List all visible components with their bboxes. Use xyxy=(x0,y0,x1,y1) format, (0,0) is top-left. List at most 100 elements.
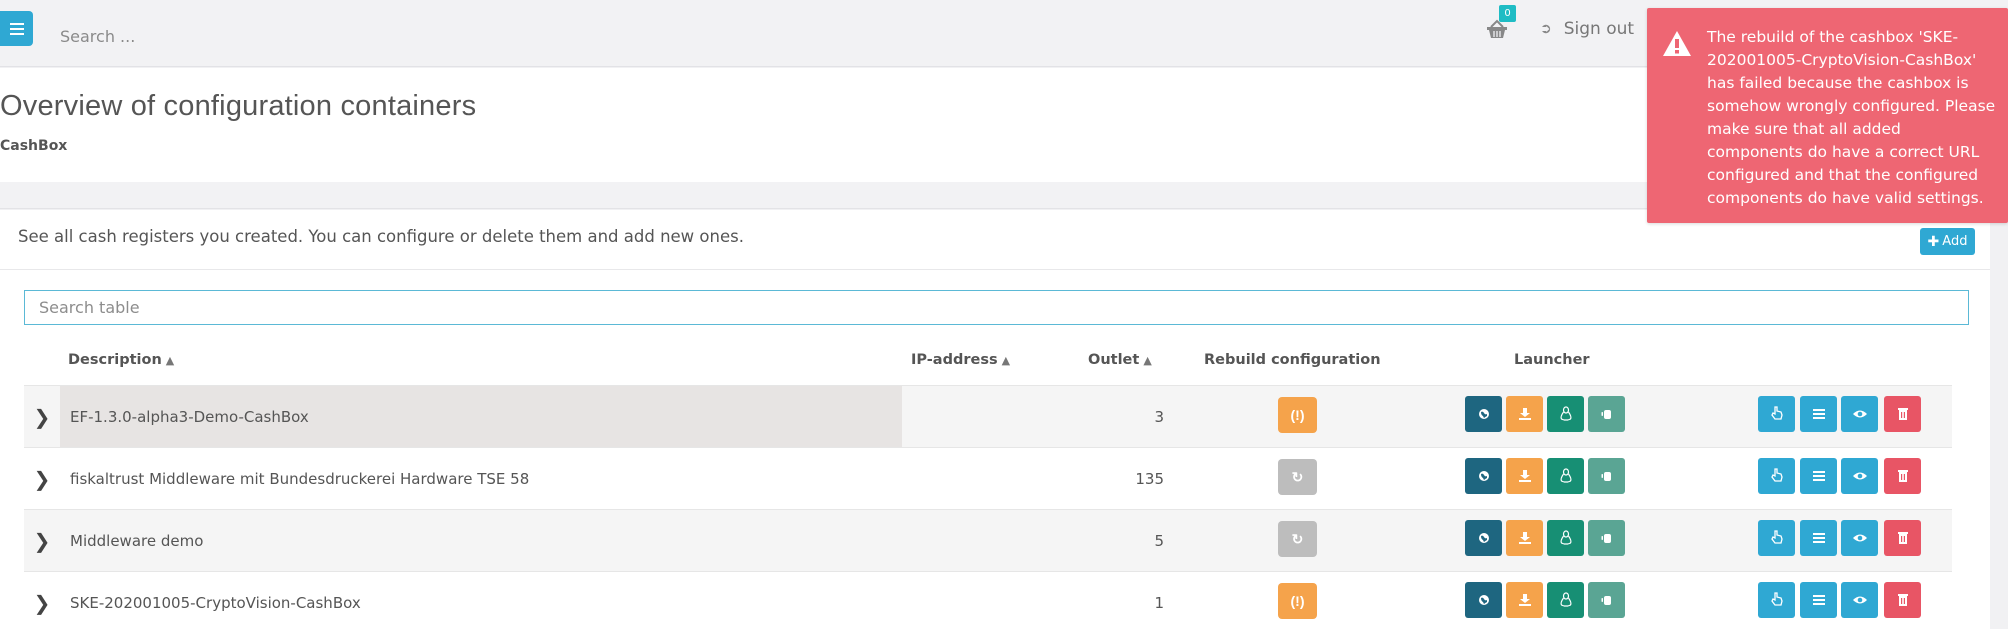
view-icon xyxy=(1852,472,1867,480)
linux-launcher-button[interactable] xyxy=(1547,396,1584,432)
view-button[interactable] xyxy=(1841,458,1878,494)
add-cashbox-button[interactable]: ✚ Add xyxy=(1920,228,1975,255)
rebuild-configuration-button[interactable]: (!) xyxy=(1278,397,1317,433)
outlet-cell: 3 xyxy=(1154,408,1164,426)
linux-launcher-button[interactable] xyxy=(1547,520,1584,556)
android-launcher-button[interactable] xyxy=(1588,582,1625,618)
web-launcher-button[interactable] xyxy=(1465,458,1502,494)
rebuild-configuration-button[interactable]: ↻ xyxy=(1278,521,1317,557)
description-text: SKE-202001005-CryptoVision-CashBox xyxy=(70,594,361,612)
web-launcher-icon xyxy=(1478,595,1489,605)
web-launcher-button[interactable] xyxy=(1465,582,1502,618)
rebuild-warning-icon: (!) xyxy=(1290,593,1305,609)
android-icon xyxy=(1601,410,1611,419)
web-launcher-icon xyxy=(1478,409,1489,419)
list-icon xyxy=(1812,533,1825,543)
web-launcher-button[interactable] xyxy=(1465,520,1502,556)
configure-button[interactable] xyxy=(1758,520,1795,556)
column-header-outlet[interactable]: Outlet ▲︎ xyxy=(1088,352,1152,368)
panel-divider xyxy=(0,269,1990,270)
table-row[interactable]: ❯ Middleware demo 5 ↻ xyxy=(24,509,1952,571)
list-button[interactable] xyxy=(1800,458,1837,494)
view-icon xyxy=(1852,596,1867,604)
column-label: Description xyxy=(68,352,162,368)
list-button[interactable] xyxy=(1800,396,1837,432)
refresh-icon: ↻ xyxy=(1291,468,1304,485)
description-cell: EF-1.3.0-alpha3-Demo-CashBox xyxy=(60,386,902,448)
column-header-rebuild: Rebuild configuration xyxy=(1204,352,1381,368)
list-button[interactable] xyxy=(1800,582,1837,618)
view-button[interactable] xyxy=(1841,582,1878,618)
expand-row-button[interactable]: ❯ xyxy=(24,386,60,448)
column-header-ip[interactable]: IP-address ▲︎ xyxy=(911,352,1010,368)
page-subtitle: CashBox xyxy=(0,138,68,154)
page-right-gutter xyxy=(1990,210,2008,629)
linux-icon xyxy=(1559,468,1572,483)
download-launcher-button[interactable] xyxy=(1506,520,1543,556)
description-cell: SKE-202001005-CryptoVision-CashBox xyxy=(60,572,902,629)
android-launcher-button[interactable] xyxy=(1588,396,1625,432)
sort-icon: ▲︎ xyxy=(165,354,175,367)
outlet-cell: 5 xyxy=(1154,532,1164,550)
panel-description: See all cash registers you created. You … xyxy=(18,227,744,246)
linux-launcher-button[interactable] xyxy=(1547,458,1584,494)
rebuild-configuration-button[interactable]: (!) xyxy=(1278,583,1317,619)
download-launcher-button[interactable] xyxy=(1506,458,1543,494)
configure-icon xyxy=(1770,592,1783,606)
description-cell: Middleware demo xyxy=(60,510,902,572)
page-title: Overview of configuration containers xyxy=(0,90,477,122)
download-launcher-button[interactable] xyxy=(1506,396,1543,432)
delete-icon xyxy=(1897,470,1908,482)
configure-button[interactable] xyxy=(1758,458,1795,494)
delete-icon xyxy=(1897,594,1908,606)
column-label: IP-address xyxy=(911,352,998,368)
sign-out-label: Sign out xyxy=(1563,19,1635,39)
table-search-input[interactable] xyxy=(24,290,1969,325)
configure-button[interactable] xyxy=(1758,582,1795,618)
configure-icon xyxy=(1770,468,1783,482)
sign-out-icon: ➲ xyxy=(1540,21,1552,37)
plus-icon: ✚ xyxy=(1927,233,1940,250)
global-search-input[interactable] xyxy=(60,22,460,50)
delete-button[interactable] xyxy=(1884,520,1921,556)
menu-toggle-button[interactable] xyxy=(0,11,33,46)
chevron-right-icon: ❯ xyxy=(33,529,51,553)
android-icon xyxy=(1601,472,1611,481)
chevron-right-icon: ❯ xyxy=(33,405,51,429)
description-text: fiskaltrust Middleware mit Bundesdrucker… xyxy=(70,470,530,488)
rebuild-configuration-button[interactable]: ↻ xyxy=(1278,459,1317,495)
expand-row-button[interactable]: ❯ xyxy=(24,448,60,510)
table-row[interactable]: ❯ fiskaltrust Middleware mit Bundesdruck… xyxy=(24,447,1952,509)
download-launcher-button[interactable] xyxy=(1506,582,1543,618)
column-header-description[interactable]: Description ▲︎ xyxy=(68,352,174,368)
linux-icon xyxy=(1559,592,1572,607)
warning-icon xyxy=(1663,31,1691,56)
web-launcher-icon xyxy=(1478,471,1489,481)
delete-button[interactable] xyxy=(1884,458,1921,494)
table-row[interactable]: ❯ EF-1.3.0-alpha3-Demo-CashBox 3 (!) xyxy=(24,385,1952,448)
error-toast[interactable]: The rebuild of the cashbox 'SKE-20200100… xyxy=(1647,8,2008,223)
expand-row-button[interactable]: ❯ xyxy=(24,510,60,572)
rebuild-warning-icon: (!) xyxy=(1290,407,1305,423)
toast-message: The rebuild of the cashbox 'SKE-20200100… xyxy=(1707,28,1996,207)
download-icon xyxy=(1518,408,1531,420)
sort-icon: ▲︎ xyxy=(1001,354,1011,367)
linux-launcher-button[interactable] xyxy=(1547,582,1584,618)
expand-row-button[interactable]: ❯ xyxy=(24,572,60,629)
table-row[interactable]: ❯ SKE-202001005-CryptoVision-CashBox 1 (… xyxy=(24,571,1952,629)
android-launcher-button[interactable] xyxy=(1588,520,1625,556)
view-button[interactable] xyxy=(1841,520,1878,556)
description-text: EF-1.3.0-alpha3-Demo-CashBox xyxy=(70,408,309,426)
delete-button[interactable] xyxy=(1884,396,1921,432)
column-label: Outlet xyxy=(1088,352,1140,368)
configure-button[interactable] xyxy=(1758,396,1795,432)
list-button[interactable] xyxy=(1800,520,1837,556)
web-launcher-button[interactable] xyxy=(1465,396,1502,432)
delete-button[interactable] xyxy=(1884,582,1921,618)
view-icon xyxy=(1852,410,1867,418)
configure-icon xyxy=(1770,530,1783,544)
android-launcher-button[interactable] xyxy=(1588,458,1625,494)
configure-icon xyxy=(1770,406,1783,420)
cart-count-badge: 0 xyxy=(1499,5,1516,22)
view-button[interactable] xyxy=(1841,396,1878,432)
